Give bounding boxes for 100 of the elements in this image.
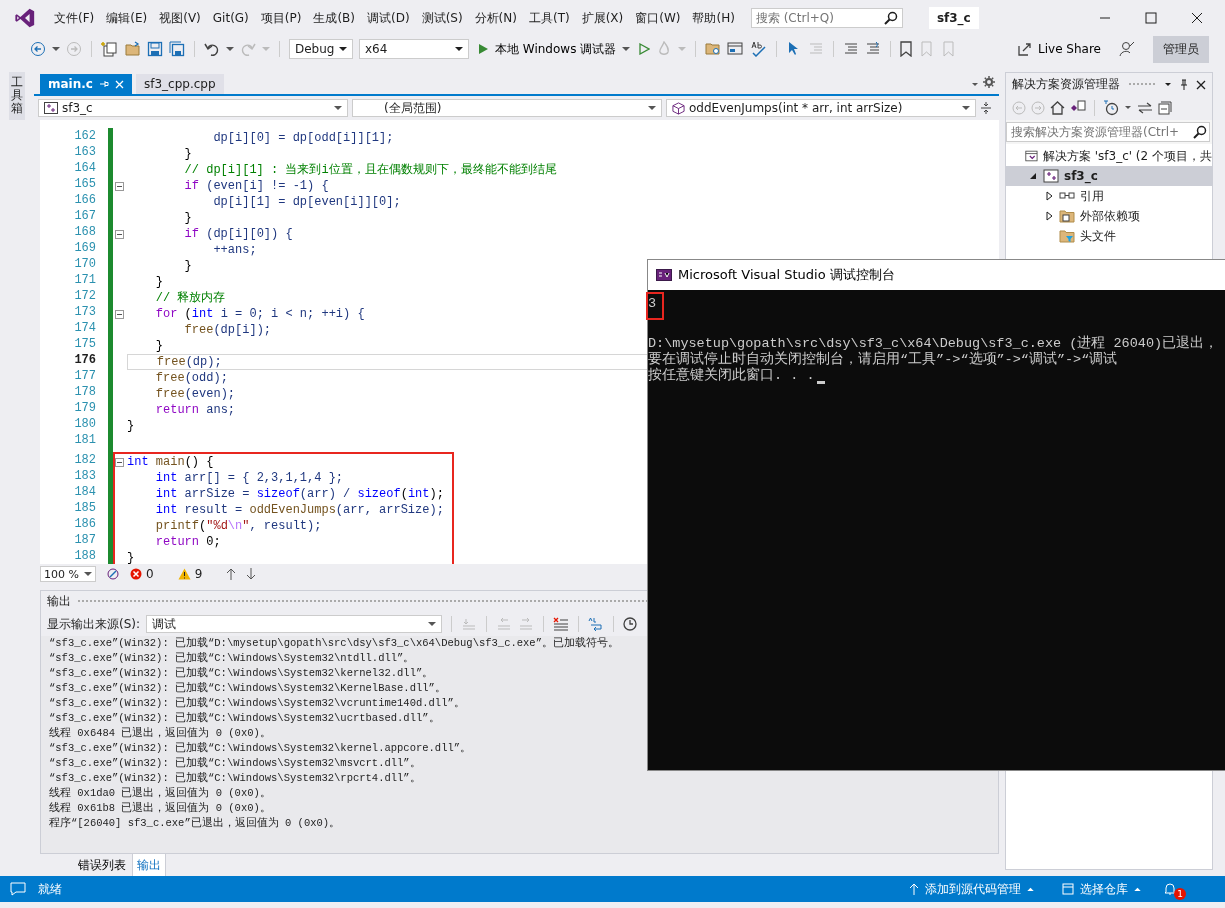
menu-item[interactable]: 编辑(E) — [100, 9, 154, 27]
configuration-dropdown[interactable]: Debug — [289, 39, 353, 59]
caret-icon[interactable] — [455, 46, 463, 52]
play-icon[interactable] — [477, 43, 489, 55]
menu-item[interactable]: 生成(B) — [307, 9, 361, 27]
share-icon[interactable] — [1018, 42, 1033, 56]
home-icon[interactable] — [1050, 101, 1065, 115]
search-field[interactable]: 搜索 (Ctrl+Q) — [750, 8, 903, 28]
window-layout-icon[interactable] — [727, 41, 746, 57]
search-icon[interactable] — [1193, 125, 1207, 139]
references-icon — [1059, 191, 1075, 201]
document-tab[interactable]: sf3_cpp.cpp — [135, 74, 224, 94]
line-number: 162 — [73, 128, 96, 144]
arrow-down-icon[interactable] — [246, 568, 257, 580]
undo-icon[interactable] — [204, 41, 220, 57]
tree-item[interactable]: sf3_c — [1006, 166, 1212, 186]
settings-icon[interactable] — [983, 76, 995, 88]
collapse-icon[interactable] — [115, 457, 124, 467]
close-icon[interactable] — [1196, 79, 1206, 90]
panel-tab[interactable]: 错误列表 — [74, 854, 130, 877]
caret-icon[interactable] — [334, 105, 342, 111]
toolbox-tab[interactable]: 工具箱 — [9, 72, 25, 120]
menu-item[interactable]: 项目(P) — [254, 9, 308, 27]
search-icon[interactable] — [883, 11, 898, 25]
close-icon[interactable] — [1191, 12, 1203, 24]
search-field[interactable]: 搜索解决方案资源管理器(Ctrl+ — [1006, 122, 1210, 142]
collapse-icon[interactable] — [115, 229, 124, 239]
caret-icon[interactable] — [962, 105, 970, 111]
menu-item[interactable]: 工具(T) — [522, 9, 576, 27]
menu-item[interactable]: 分析(N) — [468, 9, 523, 27]
caret-icon[interactable] — [339, 46, 347, 52]
collapsed-icon[interactable] — [1045, 211, 1053, 221]
new-project-icon[interactable] — [101, 41, 119, 57]
code-line: } — [184, 147, 192, 161]
spell-check-icon[interactable] — [751, 41, 768, 57]
platform-dropdown[interactable]: x64 — [359, 39, 469, 59]
maximize-icon[interactable] — [1145, 12, 1157, 24]
tree-item[interactable]: 外部依赖项 — [1006, 206, 1212, 226]
caret-icon[interactable] — [226, 46, 234, 52]
warning-icon[interactable] — [177, 568, 191, 580]
bookmark-icon[interactable] — [900, 41, 913, 57]
tree-item[interactable]: 头文件 — [1006, 226, 1212, 246]
tree-item[interactable]: 解决方案 'sf3_c' (2 个项目，共 — [1006, 146, 1212, 166]
caret-icon[interactable] — [622, 46, 631, 52]
clear-all-icon[interactable] — [553, 617, 570, 631]
uncomment-lines-icon[interactable] — [865, 41, 882, 57]
line-number: 183 — [73, 468, 96, 484]
repository-icon[interactable] — [1062, 883, 1074, 895]
scope-dropdown[interactable]: (全局范围) — [352, 99, 662, 117]
play-outline-icon[interactable] — [638, 43, 651, 55]
caret-icon[interactable] — [84, 571, 92, 577]
sync-icon[interactable] — [1137, 102, 1153, 114]
bell-icon[interactable] — [1163, 882, 1177, 896]
collapsed-icon[interactable] — [1045, 191, 1053, 201]
split-icon[interactable] — [980, 101, 992, 115]
folder-search-icon[interactable] — [705, 41, 722, 57]
menu-item[interactable]: 帮助(H) — [686, 9, 741, 27]
save-all-icon[interactable] — [169, 41, 185, 57]
collapse-icon[interactable] — [115, 309, 124, 319]
caret-icon[interactable] — [971, 82, 979, 88]
member-dropdown[interactable]: oddEvenJumps(int * arr, int arrSize) — [666, 99, 976, 117]
clock-icon[interactable] — [623, 617, 638, 631]
repository-button[interactable]: 选择仓库 — [1056, 879, 1147, 899]
collapse-all-icon[interactable] — [1158, 101, 1172, 115]
code-line: if (even[i] != -1) { — [184, 179, 329, 193]
output-line: “sf3_c.exe”(Win32): 已加载“C:\Windows\System32\KernelBase.dll”。 — [49, 681, 446, 696]
tree-item[interactable]: 引用 — [1006, 186, 1212, 206]
output-source-dropdown[interactable]: 调试 — [146, 615, 443, 633]
word-wrap-icon[interactable] — [588, 617, 605, 631]
app-logo-icon[interactable] — [14, 7, 36, 29]
caret-icon[interactable] — [52, 46, 60, 52]
open-folder-icon[interactable] — [125, 41, 141, 57]
live-share-button[interactable]: Live Share — [1012, 41, 1107, 57]
collapse-icon[interactable] — [115, 181, 124, 191]
caret-icon[interactable] — [648, 105, 656, 111]
arrow-up-icon[interactable] — [226, 568, 237, 580]
code-line: dp[i][1] = dp[even[i]][0]; — [213, 195, 401, 209]
save-icon[interactable] — [147, 41, 163, 57]
caret-icon[interactable] — [1164, 81, 1172, 88]
history-icon[interactable] — [1103, 100, 1119, 116]
menu-item[interactable]: 调试(D) — [361, 9, 416, 27]
chat-icon[interactable] — [10, 882, 26, 896]
pin-icon[interactable] — [1180, 78, 1188, 91]
panel-tab[interactable]: 输出 — [132, 854, 166, 878]
caret-icon[interactable] — [428, 621, 437, 627]
zoom-dropdown[interactable]: 100 % — [40, 566, 96, 582]
menu-item[interactable]: 视图(V) — [153, 9, 207, 27]
menu-item[interactable]: Git(G) — [206, 11, 255, 25]
feedback-icon[interactable] — [1119, 41, 1135, 57]
project-dropdown[interactable]: sf3_c — [38, 99, 348, 117]
menu-item[interactable]: 测试(S) — [415, 9, 469, 27]
back-icon[interactable] — [30, 41, 46, 57]
expanded-icon[interactable] — [1029, 172, 1037, 180]
code-line: int arr[] = { 2,3,1,1,4 }; — [155, 471, 344, 485]
menu-item[interactable]: 扩展(X) — [575, 9, 630, 27]
run-button[interactable]: 本地 Windows 调试器 — [475, 40, 633, 58]
error-icon[interactable] — [130, 568, 142, 580]
caret-icon[interactable] — [1124, 105, 1132, 111]
menu-item[interactable]: 文件(F) — [48, 9, 101, 27]
menu-item[interactable]: 窗口(W) — [629, 9, 687, 27]
